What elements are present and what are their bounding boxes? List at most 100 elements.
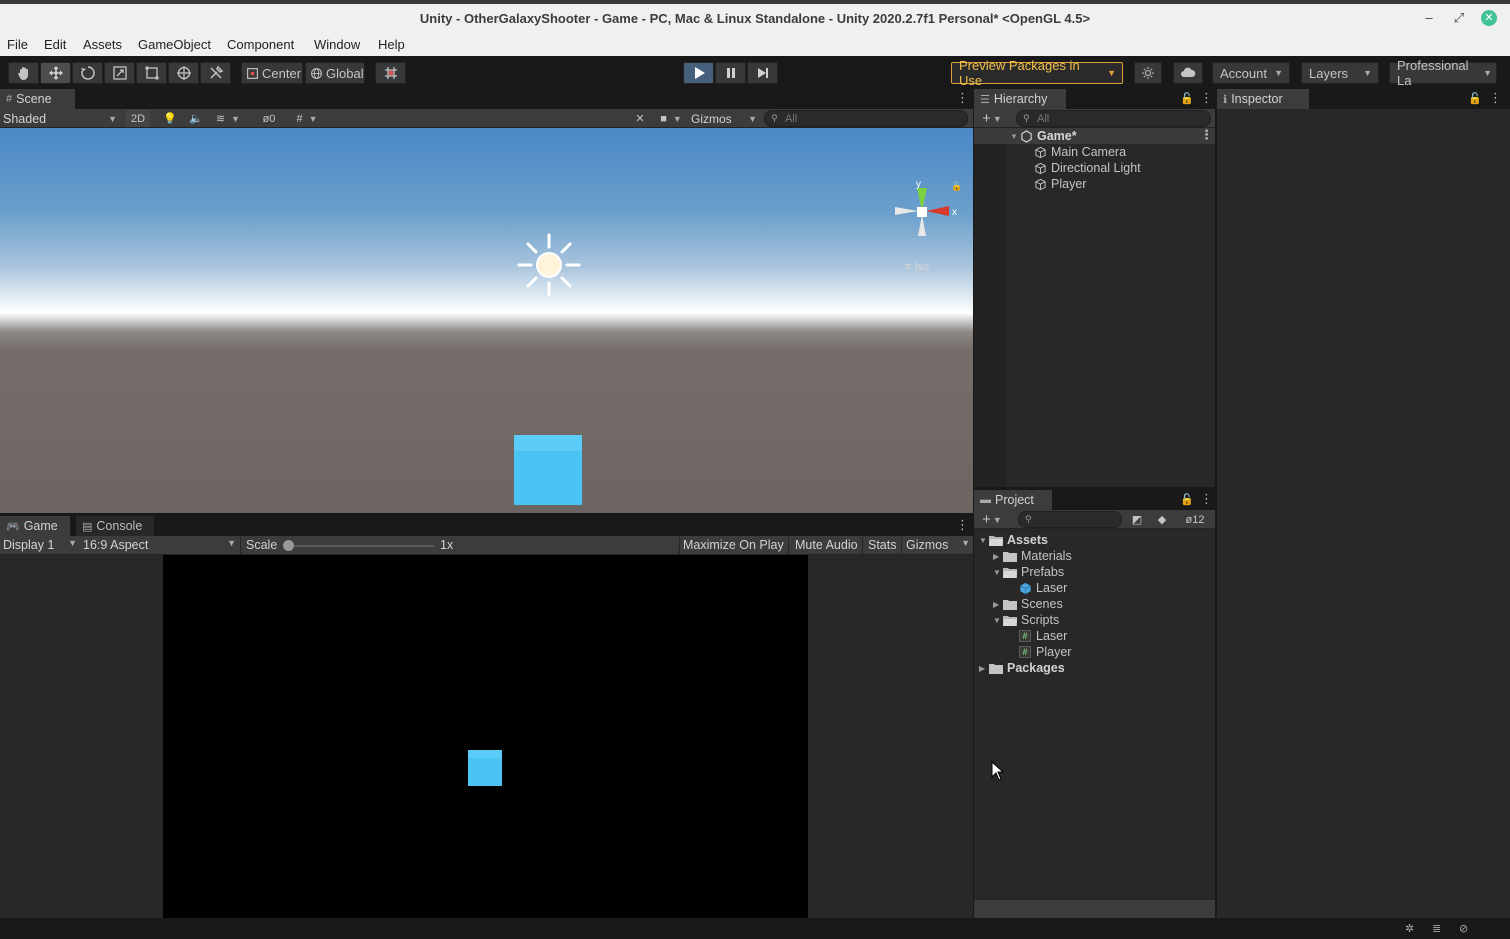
menu-gameobject[interactable]: GameObject (138, 37, 211, 52)
game-render[interactable] (163, 555, 808, 918)
grid-snap-button[interactable] (375, 62, 406, 84)
hierarchy-search-input[interactable]: ⚲ All (1016, 110, 1211, 127)
step-button[interactable] (747, 62, 778, 84)
tree-item-packages[interactable]: ▶ Packages (979, 660, 1065, 676)
maximize-on-play-toggle[interactable]: Maximize On Play (683, 538, 784, 552)
hierarchy-item[interactable]: Player (1034, 176, 1086, 192)
create-asset-button[interactable]: + ▼ (978, 511, 1006, 528)
audio-toggle[interactable]: 🔈 (186, 110, 206, 127)
menu-component[interactable]: Component (227, 37, 294, 52)
scale-tool-button[interactable] (104, 62, 135, 84)
hidden-objects-toggle[interactable]: ø0 (254, 110, 284, 127)
tab-inspector[interactable]: ℹ Inspector (1217, 89, 1309, 109)
draw-mode-dropdown[interactable]: Shaded ▼ (3, 110, 117, 127)
close-button[interactable]: ✕ (1481, 10, 1497, 26)
tab-console[interactable]: ▤ Console (76, 516, 154, 536)
scene-root-row[interactable]: ▼ Game* ⋮ (974, 128, 1215, 144)
transform-tool-button[interactable] (168, 62, 199, 84)
hierarchy-item[interactable]: Main Camera (1034, 144, 1126, 160)
lock-icon[interactable]: 🔓 (1180, 92, 1194, 105)
effects-dropdown[interactable]: ≋ ▼ (210, 110, 246, 127)
expand-arrow-icon[interactable]: ▶ (979, 664, 989, 673)
aspect-dropdown[interactable]: 16:9 Aspect ▼ (83, 538, 236, 552)
tree-item-script-laser[interactable]: # Laser (1019, 628, 1067, 644)
scene-tools-button[interactable]: ✕ (630, 110, 650, 127)
cloud-button[interactable] (1173, 62, 1203, 84)
menu-window[interactable]: Window (314, 37, 360, 52)
pivot-toggle[interactable]: Center (241, 62, 303, 84)
grid-dropdown[interactable]: # ▼ (288, 110, 326, 127)
tab-project[interactable]: ▬ Project (974, 490, 1052, 510)
expand-arrow-icon[interactable]: ▼ (1010, 132, 1020, 141)
hand-tool-button[interactable] (8, 62, 39, 84)
layout-dropdown[interactable]: Professional La ▼ (1389, 58, 1497, 88)
scale-slider-track[interactable] (288, 545, 434, 547)
rotate-tool-button[interactable] (72, 62, 103, 84)
kebab-menu-icon[interactable]: ⋮ (1489, 91, 1502, 105)
tab-hierarchy[interactable]: ☰ Hierarchy (974, 89, 1066, 109)
scene-viewport[interactable]: y x 🔒 ≡ Iso (0, 128, 973, 513)
minimize-button[interactable]: – (1421, 10, 1437, 26)
rect-tool-button[interactable] (136, 62, 167, 84)
expand-arrow-icon[interactable]: ▼ (993, 616, 1003, 625)
expand-arrow-icon[interactable]: ▶ (993, 552, 1003, 561)
menu-edit[interactable]: Edit (44, 37, 66, 52)
kebab-menu-icon[interactable]: ⋮ (1200, 128, 1213, 142)
tree-item-materials[interactable]: ▶ Materials (993, 548, 1072, 564)
maximize-button[interactable]: ⤢ (1451, 10, 1467, 26)
tree-item-script-player[interactable]: # Player (1019, 644, 1071, 660)
hierarchy-item[interactable]: Directional Light (1034, 160, 1141, 176)
projection-toggle[interactable]: ≡ Iso (905, 261, 929, 273)
lock-icon[interactable]: 🔓 (1468, 92, 1482, 105)
play-button[interactable] (683, 62, 714, 84)
tree-item-prefab-laser[interactable]: Laser (1019, 580, 1067, 596)
create-button[interactable]: + ▼ (978, 110, 1006, 127)
expand-arrow-icon[interactable]: ▼ (979, 536, 989, 545)
scale-slider-handle[interactable] (283, 540, 294, 551)
stats-toggle[interactable]: Stats (868, 538, 897, 552)
lock-icon[interactable]: 🔓 (1180, 493, 1194, 506)
tab-scene[interactable]: # Scene (0, 89, 75, 109)
space-toggle[interactable]: Global (305, 62, 365, 84)
filter-by-label-button[interactable]: ◆ (1152, 511, 1172, 528)
project-search-input[interactable]: ⚲ (1018, 511, 1122, 528)
custom-tool-button[interactable] (200, 62, 231, 84)
tab-game[interactable]: 🎮 Game (0, 516, 70, 536)
tree-item-prefabs[interactable]: ▼ Prefabs (993, 564, 1064, 580)
menu-assets[interactable]: Assets (83, 37, 122, 52)
game-view[interactable] (0, 555, 973, 918)
player-cube[interactable] (514, 435, 582, 505)
tree-item-scenes[interactable]: ▶ Scenes (993, 596, 1063, 612)
move-tool-button[interactable] (40, 62, 71, 84)
cache-server-icon[interactable]: ≣ (1432, 922, 1446, 936)
layers-dropdown[interactable]: Layers ▼ (1301, 62, 1379, 84)
lighting-toggle[interactable]: 💡 (160, 110, 180, 127)
camera-dropdown[interactable]: ■ ▼ (656, 110, 686, 127)
kebab-menu-icon[interactable]: ⋮ (956, 91, 969, 105)
menu-help[interactable]: Help (378, 37, 405, 52)
gizmos-dropdown[interactable]: Gizmos ▼ (691, 110, 757, 127)
kebab-menu-icon[interactable]: ⋮ (956, 518, 969, 532)
pause-button[interactable] (715, 62, 746, 84)
expand-arrow-icon[interactable]: ▼ (993, 568, 1003, 577)
tree-item-scripts[interactable]: ▼ Scripts (993, 612, 1059, 628)
scene-search-input[interactable]: ⚲ All (764, 110, 968, 127)
account-dropdown[interactable]: Account ▼ (1212, 62, 1290, 84)
services-button[interactable] (1134, 62, 1162, 84)
kebab-menu-icon[interactable]: ⋮ (1200, 492, 1213, 506)
2d-toggle[interactable]: 2D (126, 110, 150, 127)
game-gizmos-dropdown[interactable]: Gizmos ▼ (906, 538, 970, 552)
kebab-menu-icon[interactable]: ⋮ (1200, 91, 1213, 105)
scene-orientation-gizmo[interactable]: y x 🔒 (893, 178, 961, 246)
tree-item-assets[interactable]: ▼ Assets (979, 532, 1048, 548)
menu-file[interactable]: File (7, 37, 28, 52)
chevron-down-icon: ▼ (672, 113, 682, 124)
bug-icon[interactable]: ✲ (1405, 922, 1419, 936)
hidden-packages-toggle[interactable]: ø 12 (1178, 511, 1212, 528)
display-dropdown[interactable]: Display 1 ▼ (3, 538, 77, 552)
filter-by-type-button[interactable]: ◩ (1127, 511, 1147, 528)
expand-arrow-icon[interactable]: ▶ (993, 600, 1003, 609)
mute-audio-toggle[interactable]: Mute Audio (795, 538, 858, 552)
preview-packages-button[interactable]: Preview Packages in Use ▼ (951, 58, 1123, 88)
auto-generate-lighting-icon[interactable]: ⊘ (1459, 922, 1473, 936)
